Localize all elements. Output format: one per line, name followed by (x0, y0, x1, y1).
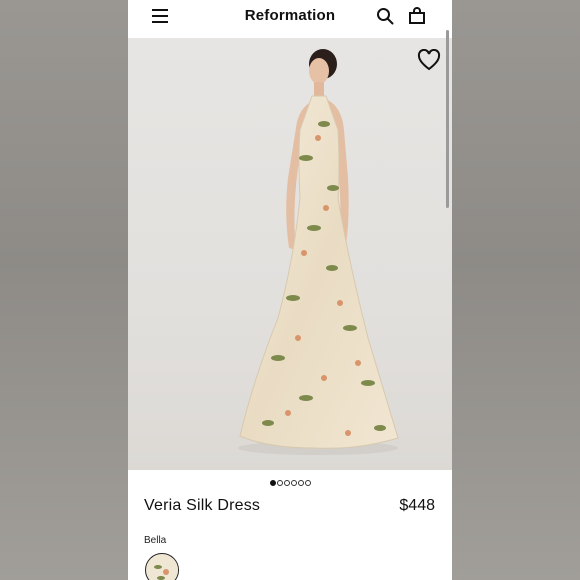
brand-logo[interactable]: Reformation (128, 7, 452, 24)
heart-icon[interactable] (417, 48, 441, 71)
carousel-dot-1[interactable] (269, 479, 276, 486)
scrollbar[interactable] (446, 30, 449, 208)
phone-screen: Reformation Veria Silk Dress $448 Bella (128, 0, 452, 580)
product-price: $448 (399, 497, 435, 514)
model-illustration (238, 49, 399, 455)
color-swatch-bella[interactable] (145, 553, 179, 580)
carousel-dot-6[interactable] (304, 479, 311, 486)
carousel-dot-4[interactable] (290, 479, 297, 486)
background-right (452, 0, 580, 580)
shopping-bag-icon[interactable] (408, 7, 426, 25)
color-name: Bella (144, 535, 167, 546)
carousel-dot-5[interactable] (297, 479, 304, 486)
search-icon[interactable] (376, 7, 394, 25)
product-image[interactable] (128, 38, 452, 470)
carousel-dot-3[interactable] (283, 479, 290, 486)
carousel-dot-2[interactable] (276, 479, 283, 486)
top-navigation-bar: Reformation (128, 0, 452, 38)
background-left (0, 0, 128, 580)
carousel-indicator (128, 474, 452, 486)
product-name: Veria Silk Dress (144, 497, 261, 514)
